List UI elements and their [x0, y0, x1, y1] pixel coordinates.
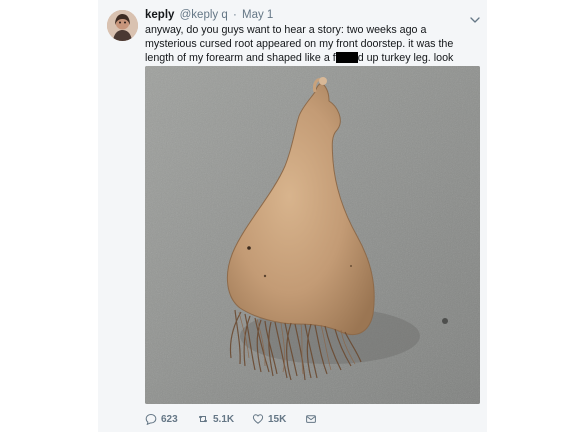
page: keply @keply q · May 1 anyway, do you gu… — [0, 0, 585, 432]
header-separator: · — [232, 9, 237, 21]
retweet-icon — [197, 413, 209, 425]
redacted-block — [335, 52, 358, 63]
envelope-icon — [305, 413, 317, 425]
reply-icon — [145, 413, 157, 425]
reply-count: 623 — [161, 413, 178, 425]
retweet-action[interactable]: 5.1K — [197, 412, 234, 426]
tweet-header: keply @keply q · May 1 — [145, 8, 273, 22]
heart-icon — [252, 413, 264, 425]
chevron-down-icon[interactable] — [470, 11, 480, 23]
author-handle[interactable]: @keply q — [180, 9, 228, 21]
like-action[interactable]: 15K — [252, 412, 286, 426]
like-count: 15K — [268, 413, 287, 425]
retweet-count: 5.1K — [213, 413, 235, 425]
avatar[interactable] — [107, 10, 138, 41]
tweet-date[interactable]: May 1 — [242, 9, 273, 21]
dm-action[interactable] — [305, 412, 317, 426]
author-name[interactable]: keply — [145, 9, 174, 21]
tweet-image[interactable] — [145, 66, 480, 404]
reply-action[interactable]: 623 — [145, 412, 178, 426]
